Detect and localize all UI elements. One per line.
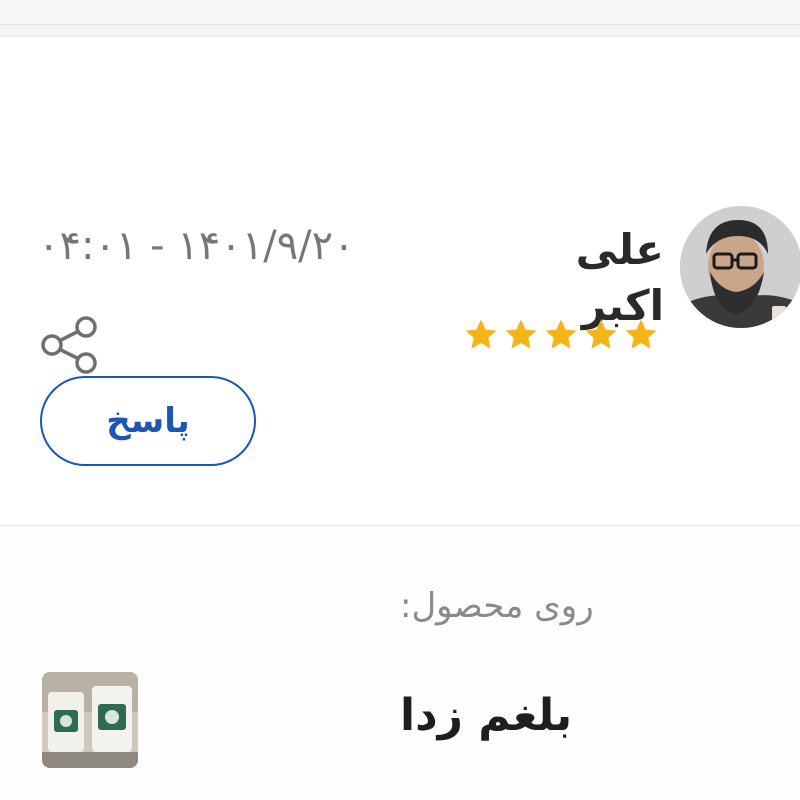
top-bar — [0, 0, 800, 25]
product-section-label: روی محصول: — [400, 586, 594, 626]
comment-datetime: ۰۴:۰۱ - ۱۴۰۱/۹/۲۰ — [38, 223, 355, 269]
avatar-portrait-icon — [680, 206, 800, 328]
reply-button[interactable]: پاسخ — [40, 376, 256, 466]
share-button[interactable] — [38, 313, 102, 377]
product-image-icon — [42, 672, 138, 768]
product-name[interactable]: بلغم زدا — [400, 686, 800, 746]
share-icon — [41, 316, 97, 374]
star-icon — [465, 319, 497, 349]
author-avatar — [680, 206, 800, 328]
star-icon — [505, 319, 537, 349]
rating-stars — [462, 316, 660, 356]
star-icon — [545, 319, 577, 349]
star-icon — [625, 319, 657, 349]
star-icon — [585, 319, 617, 349]
product-thumbnail[interactable] — [42, 672, 138, 768]
